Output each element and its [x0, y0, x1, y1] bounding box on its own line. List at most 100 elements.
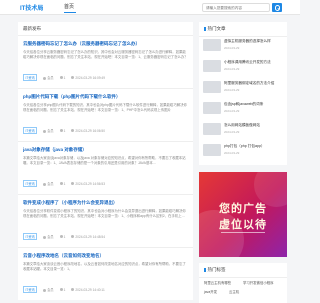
hot-articles-title: 热门文章: [199, 22, 287, 37]
article-item: php图片代码下载（php图片代码下载什么软件） 今天给各位分享php图片代码下…: [18, 88, 193, 134]
ad-subline: 虚位以待: [219, 218, 267, 231]
sidebar: 热门文章 虚拟主机服务器的选择怎么样 2024-03-29 小程序调用腾讯云开发…: [199, 22, 287, 303]
date-text: 2024-03-29 14:56:53: [75, 181, 105, 186]
section-title: 最新发布: [23, 26, 41, 31]
tag-link[interactable]: 云主机: [229, 289, 239, 294]
date: 2024-03-29 14:48:54: [71, 235, 105, 239]
hot-article-item[interactable]: 小程序调用腾讯云开发的方法 2024-03-29: [203, 59, 283, 73]
nav-home-link[interactable]: 首页: [64, 3, 77, 13]
article-meta: IT资讯 会员 1 2024-03-29 16:06:50: [23, 127, 188, 134]
author: 会员: [43, 75, 54, 80]
author-name: 会员: [47, 129, 54, 133]
top-navbar: IT技术局 首页: [0, 0, 300, 15]
views: 1: [59, 128, 66, 133]
tag-link[interactable]: 学习开发微信小程序: [243, 280, 274, 285]
ad-banner[interactable]: 您的广告 虚位以待: [199, 172, 287, 257]
user-icon: [43, 76, 47, 80]
hot-article-date: 2024-03-29: [224, 109, 240, 113]
ad-divider: [221, 232, 265, 233]
article-title[interactable]: php图片代码下载（php图片代码下载什么软件）: [23, 94, 188, 100]
view-count: 1: [63, 234, 66, 239]
category-tag[interactable]: IT资讯: [23, 74, 38, 81]
author: 会员: [43, 181, 54, 186]
date-text: 2024-03-29 16:06:50: [75, 128, 105, 133]
article-summary: 本篇文章给大家谈谈java对象存储，以及java 对象存储对应的知识点，希望对你…: [23, 156, 186, 166]
hot-article-title[interactable]: 阿里服务器绑定域名的方法介绍: [224, 81, 283, 86]
article-thumbnail[interactable]: [203, 144, 221, 156]
clock-icon: [71, 288, 75, 292]
article-thumbnail[interactable]: [203, 123, 221, 135]
date-text: 2024-03-29 16:09:49: [75, 75, 105, 80]
article-title[interactable]: 云音小程序改地名（云音如何改变地名）: [23, 253, 188, 259]
article-meta: IT资讯 会员 1 2024-03-29 14:40:11: [23, 286, 188, 293]
user-icon: [43, 235, 47, 239]
eye-icon: [59, 235, 63, 239]
author-name: 会员: [47, 235, 54, 239]
author: 会员: [43, 128, 54, 133]
views: 1: [59, 182, 65, 186]
category-tag[interactable]: IT资讯: [23, 286, 38, 293]
article-summary: 今天给各位分享php图片代码下载的知识，其中也会对php图片代码下载什么软件进行…: [23, 103, 187, 113]
hot-article-date: 2024-03-29: [224, 46, 240, 50]
hot-article-title[interactable]: 小程序调用腾讯云开发的方法: [224, 60, 283, 65]
article-title[interactable]: java对象存储（java 对象存储）: [23, 147, 188, 153]
views: 1: [59, 288, 65, 292]
views: 1: [59, 234, 66, 239]
category-tag[interactable]: IT资讯: [23, 180, 38, 187]
category-tag[interactable]: IT资讯: [23, 233, 38, 240]
hot-tags-title: 热门标签: [199, 263, 287, 278]
clock-icon: [71, 76, 75, 80]
search-input[interactable]: [202, 3, 270, 12]
article-thumbnail[interactable]: [203, 102, 221, 114]
article-thumbnail[interactable]: [203, 81, 221, 93]
author-name: 会员: [47, 288, 54, 292]
article-item: 云音小程序改地名（云音如何改变地名） 本篇文章给大家谈谈云音小程序改地名，以及云…: [18, 247, 193, 293]
hot-article-date: 2024-03-29: [224, 130, 240, 134]
eye-icon: [59, 182, 63, 186]
ad-headline: 您的广告: [219, 202, 267, 215]
tag-link[interactable]: java开发: [204, 289, 217, 294]
article-title[interactable]: 软件变成小程序了（小程序为什么会变异退出）: [23, 200, 188, 206]
hot-article-title[interactable]: 虚拟主机服务器的选择怎么样: [224, 39, 283, 44]
hot-article-title[interactable]: 怎么用网站模板做网站: [224, 123, 283, 128]
eye-icon: [59, 76, 63, 80]
article-summary: 本篇文章给大家谈谈云音小程序改地名，以及云音如何改变地名对应的知识点，希望对你有…: [23, 262, 186, 272]
date: 2024-03-29 16:06:50: [71, 129, 105, 133]
eye-icon: [59, 288, 63, 292]
site-logo[interactable]: IT技术局: [20, 3, 43, 12]
article-summary: 今天给各位分享云服务器密码忘记了怎么办的知识，其中也会对云服务器密码忘记了怎么办…: [23, 50, 188, 60]
hot-tags-box: 热门标签 阿里云主机有哪些 学习开发微信小程序 java开发 云主机: [199, 263, 287, 303]
hot-article-item[interactable]: 阿里服务器绑定域名的方法介绍 2024-03-29: [203, 80, 283, 94]
author-name: 会员: [47, 76, 54, 80]
hot-article-item[interactable]: 虚拟主机服务器的选择怎么样 2024-03-29: [203, 38, 283, 52]
date: 2024-03-29 14:40:11: [71, 287, 105, 292]
clock-icon: [71, 235, 75, 239]
clock-icon: [71, 129, 75, 133]
user-icon: [43, 182, 47, 186]
date-text: 2024-03-29 14:40:11: [75, 287, 105, 292]
article-thumbnail[interactable]: [203, 39, 221, 51]
hot-article-item[interactable]: 怎么用网站模板做网站 2024-03-29: [203, 122, 283, 136]
views: 1: [59, 75, 66, 80]
user-icon: [43, 129, 47, 133]
hot-articles-box: 热门文章 虚拟主机服务器的选择怎么样 2024-03-29 小程序调用腾讯云开发…: [199, 22, 287, 165]
hot-article-item[interactable]: 包含jsp和javaweb的词条 2024-03-29: [203, 101, 283, 115]
hot-article-title[interactable]: php打包（php 打包app）: [224, 144, 283, 149]
hot-article-date: 2024-03-29: [224, 67, 240, 71]
user-icon: [43, 288, 47, 292]
article-meta: IT资讯 会员 1 2024-03-29 16:09:49: [23, 74, 188, 81]
category-tag[interactable]: IT资讯: [23, 127, 38, 134]
hot-article-item[interactable]: php打包（php 打包app） 2024-03-29: [203, 143, 283, 157]
article-list: 最新发布 云服务器密码忘记了怎么办（云服务器密码忘记了怎么办） 今天给各位分享云…: [18, 22, 193, 300]
view-count: 1: [63, 128, 66, 133]
article-title[interactable]: 云服务器密码忘记了怎么办（云服务器密码忘记了怎么办）: [23, 41, 188, 47]
date: 2024-03-29 16:09:49: [71, 76, 105, 80]
author-name: 会员: [47, 182, 54, 186]
article-thumbnail[interactable]: [203, 60, 221, 72]
article-item: 软件变成小程序了（小程序为什么会变异退出） 今天给各位分享软件变成小程序了的知识…: [18, 194, 193, 240]
date: 2024-03-29 14:56:53: [71, 182, 105, 186]
search-icon[interactable]: [272, 3, 282, 12]
tag-link[interactable]: 阿里云主机有哪些: [204, 280, 231, 285]
view-count: 1: [63, 75, 66, 80]
hot-article-title[interactable]: 包含jsp和javaweb的词条: [224, 102, 283, 107]
